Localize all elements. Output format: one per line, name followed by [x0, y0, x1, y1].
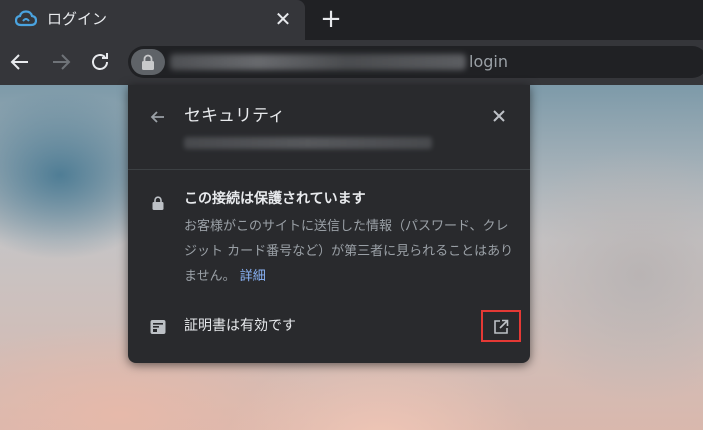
address-bar[interactable]: login [128, 46, 703, 78]
lock-icon [142, 54, 154, 70]
tab-login[interactable]: ログイン ✕ [0, 0, 305, 40]
toolbar: login [0, 40, 703, 85]
site-info-button[interactable] [131, 49, 165, 75]
back-button[interactable] [8, 50, 32, 74]
url-blurred-domain [170, 54, 466, 70]
close-icon[interactable] [490, 107, 508, 125]
new-tab-button[interactable]: + [318, 6, 344, 32]
external-link-icon [494, 319, 509, 334]
tab-title: ログイン [47, 10, 108, 28]
certificate-valid-label: 証明書は有効です [184, 318, 296, 334]
open-certificate-button[interactable] [481, 310, 521, 342]
connection-description-text: お客様がこのサイトに送信した情報（パスワード、クレジット カード番号など）が第三… [184, 219, 514, 284]
certificate-icon [150, 319, 166, 335]
security-popup: セキュリティ この接続は保護されています お客様がこのサイトに送信した情報（パス… [128, 85, 530, 363]
url-path: login [469, 52, 508, 71]
back-arrow-icon[interactable] [148, 107, 168, 127]
divider [128, 169, 530, 170]
details-link[interactable]: 詳細 [240, 269, 266, 284]
lock-icon [152, 195, 164, 210]
forward-button[interactable] [49, 50, 73, 74]
tab-strip: ログイン ✕ + [0, 0, 703, 40]
popup-title: セキュリティ [184, 106, 285, 126]
reload-button[interactable] [88, 50, 112, 74]
tab-close-icon[interactable]: ✕ [272, 8, 294, 30]
blurred-domain [184, 137, 432, 149]
connection-secure-heading: この接続は保護されています [184, 191, 366, 207]
connection-description: お客様がこのサイトに送信した情報（パスワード、クレジット カード番号など）が第三… [184, 214, 514, 289]
cloud-icon [14, 10, 38, 28]
